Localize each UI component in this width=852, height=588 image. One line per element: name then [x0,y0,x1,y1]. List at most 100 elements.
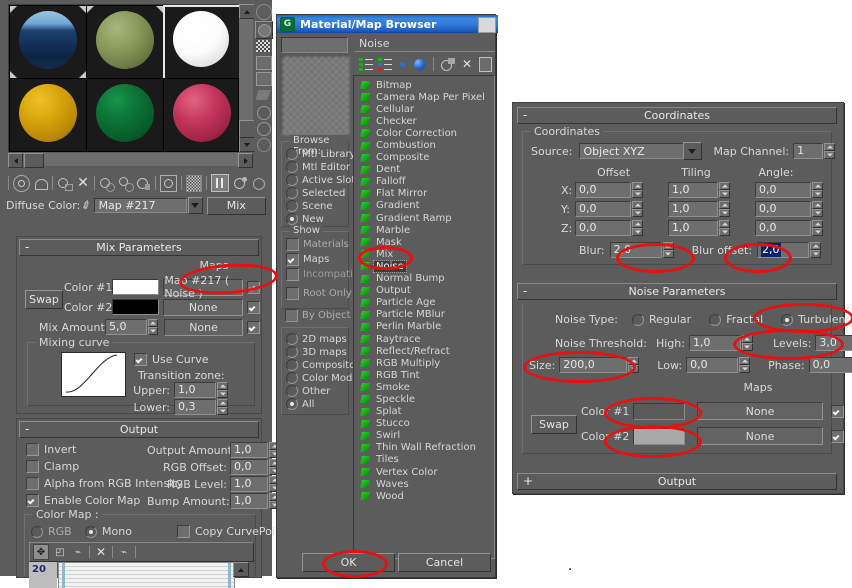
sample-type-icon[interactable] [256,4,272,20]
map-list-item[interactable]: Output [358,285,494,297]
browse-from-active-slot[interactable]: Active Slot [286,174,355,186]
noise-color1-map-button[interactable]: None [697,402,823,420]
sample-uv-tiling-icon[interactable] [256,56,272,70]
category-other[interactable]: Other [286,385,330,397]
map-list-item[interactable]: Mask [358,236,494,248]
view-small-icons-icon[interactable] [397,59,407,69]
use-curve-row[interactable]: Use Curve [134,353,209,366]
browse-from-selected[interactable]: Selected [286,187,345,199]
sample-slot-2[interactable] [86,5,164,79]
update-scene-materials-icon[interactable] [441,57,455,71]
color-map-mono-radio[interactable] [85,525,97,538]
close-icon[interactable] [478,17,496,33]
browse-from-new[interactable]: New [286,213,324,225]
mix-color2-map-button[interactable]: None [163,298,243,316]
material-map-navigator-icon[interactable] [257,138,271,152]
show-map-in-viewport-icon[interactable] [185,174,203,192]
enable-color-map-checkbox[interactable] [26,494,39,507]
noise-swap-button[interactable]: Swap [531,415,577,434]
category-all[interactable]: All [286,398,314,410]
map-list-item[interactable]: Vertex Color [358,466,494,478]
sample-slots-grid[interactable] [8,4,241,152]
map-list-item[interactable]: Wood [358,490,494,502]
show-root-only[interactable]: Root Only [286,287,352,300]
make-material-copy-icon[interactable] [99,176,116,192]
sample-slot-6[interactable] [163,78,239,152]
map-list-item[interactable]: Tiles [358,454,494,466]
map-list-item[interactable]: Camera Map Per Pixel [358,91,494,103]
y-angle-spinner[interactable] [812,201,823,217]
z-tiling-spinner[interactable] [719,220,730,236]
low-spinner[interactable] [739,357,751,373]
go-forward-to-sibling-icon[interactable] [251,176,266,191]
sample-slot-4[interactable] [9,78,87,152]
size-spinner[interactable] [628,357,640,373]
color-map-rgb-row[interactable]: RGB [31,525,72,538]
go-to-parent-icon[interactable] [233,176,248,191]
delete-from-library-icon[interactable]: ✕ [460,57,474,71]
map-list-item[interactable]: Gradient [358,200,494,212]
reset-curve-icon[interactable]: ⌁ [117,545,131,559]
map-channel-spinner[interactable] [824,143,836,159]
noise-color1-swatch[interactable] [633,402,685,420]
mix-amount-enable-checkbox[interactable] [247,320,260,334]
mixing-curve-graph[interactable] [61,352,126,397]
map-list-item[interactable]: Splat [358,406,494,418]
y-tiling-spinner[interactable] [719,201,730,217]
material-type-button[interactable]: Mix [206,196,266,215]
show-by-object[interactable]: By Object [285,309,351,322]
map-list-item[interactable]: Particle Age [358,297,494,309]
map-list-item[interactable]: Swirl [358,430,494,442]
category-3d-maps[interactable]: 3D maps [286,346,347,358]
radio[interactable] [286,187,298,199]
color-map-rgb-radio[interactable] [31,525,43,538]
radio[interactable] [286,148,298,160]
color-map-curve-editor[interactable]: 20 [29,562,249,588]
category-color-mods[interactable]: Color Mods [286,372,358,384]
show-end-result-icon[interactable] [211,174,229,192]
browser-toolbar[interactable]: ✕ [355,53,495,75]
browse-from-scene[interactable]: Scene [286,200,333,212]
noise-color2-map-button[interactable]: None [697,427,823,445]
checkbox[interactable] [286,268,299,281]
radio[interactable] [286,359,298,371]
mix-amount-field[interactable]: 5,0 [105,319,147,335]
scroll-thumb[interactable] [239,120,255,138]
curve-graph-area[interactable] [58,562,235,588]
checkbox[interactable] [285,309,298,322]
scale-keys-icon[interactable]: ◰ [53,545,67,559]
x-offset-spinner[interactable] [632,182,643,198]
y-offset-field[interactable]: 0,0 [575,201,631,217]
editor-vertical-toolbar[interactable] [254,0,273,170]
map-list-item[interactable]: Noise [358,259,494,273]
mix-color2-enable-checkbox[interactable] [247,300,260,314]
map-list-item[interactable]: Waves [358,478,494,490]
blur-spinner[interactable] [662,242,674,258]
show-materials[interactable]: Materials [286,238,349,251]
browse-from-mtl-library[interactable]: Mtl Library [286,148,355,160]
options-icon[interactable] [257,106,271,120]
map-list-item[interactable]: Smoke [358,381,494,393]
checkbox[interactable] [286,287,299,300]
noise-parameters-header[interactable]: - Noise Parameters [517,283,837,300]
map-list-item[interactable]: Thin Wall Refraction [358,442,494,454]
radio[interactable] [286,398,298,410]
radio[interactable] [286,385,298,397]
add-point-icon[interactable]: ⌁ [71,545,85,559]
put-material-to-scene-icon[interactable] [34,176,49,191]
map-list-item[interactable]: Stucco [358,418,494,430]
curve-editor-toolbar[interactable]: ✥ ◰ ⌁ ✕ ⌁ [29,542,254,562]
source-dropdown-button[interactable] [682,142,702,160]
map-list-item[interactable]: Marble [358,224,494,236]
browser-cancel-button[interactable]: Cancel [398,553,491,572]
y-tiling-field[interactable]: 1,0 [668,201,718,217]
material-editor-toolbar[interactable]: ✕ [6,172,266,194]
mix-color1-swatch[interactable] [112,279,160,295]
x-tiling-field[interactable]: 1,0 [668,182,718,198]
radio[interactable] [631,313,644,326]
x-offset-field[interactable]: 0,0 [575,182,631,198]
noise-type-turbulence[interactable]: Turbulence [781,313,852,326]
browser-map-list[interactable]: Bitmap Camera Map Per Pixel Cellular Checke… [353,75,495,559]
map-list-item[interactable]: Flat Mirror [358,188,494,200]
map-list-item[interactable]: Mix [358,248,494,260]
